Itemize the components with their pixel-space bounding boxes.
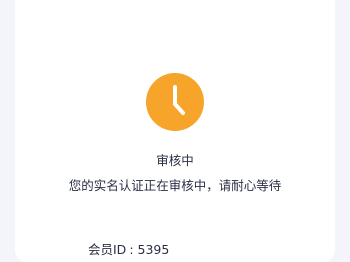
member-id-row: 会员ID:5395 [88,241,169,259]
clock-icon [146,73,204,131]
status-title: 审核中 [156,153,194,168]
status-description: 您的实名认证正在审核中，请耐心等待 [68,178,282,193]
